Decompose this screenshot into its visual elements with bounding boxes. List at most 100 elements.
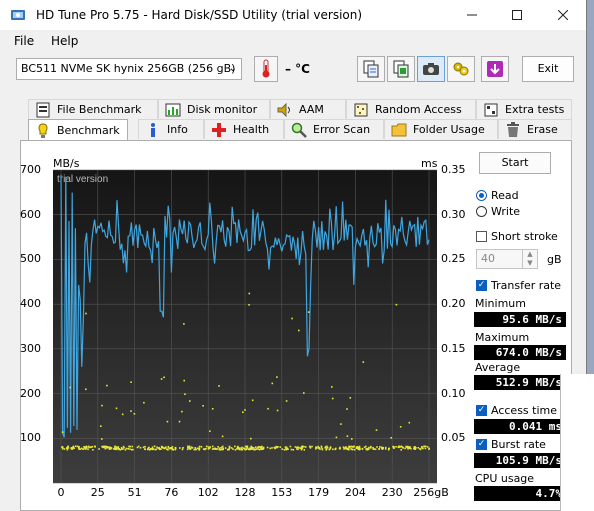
y-tick-label-left: 400 <box>20 297 41 311</box>
checkbox-box <box>476 231 487 242</box>
close-icon <box>558 10 568 20</box>
y-tick-label-right: 0.35 <box>441 163 466 176</box>
tab-folder-usage[interactable]: Folder Usage <box>384 119 498 139</box>
tab-health[interactable]: Health <box>204 119 284 139</box>
maximize-icon <box>512 10 522 20</box>
checkmark-icon: ✓ <box>476 439 487 450</box>
maximum-value: 674.0 MB/s <box>474 345 566 360</box>
window-title: HD Tune Pro 5.75 - Hard Disk/SSD Utility… <box>36 8 363 22</box>
burst-rate-value: 105.9 MB/s <box>474 453 566 468</box>
menu-help[interactable]: Help <box>51 34 78 48</box>
read-label: Read <box>491 189 519 202</box>
options-button[interactable] <box>447 56 475 82</box>
radio-indicator <box>476 190 487 201</box>
camera-icon <box>423 63 439 75</box>
x-tick-label: 179 <box>308 486 330 499</box>
minimize-button[interactable] <box>449 0 495 30</box>
tab-label: Folder Usage <box>413 122 485 136</box>
checkmark-icon: ✓ <box>476 280 487 291</box>
file-benchmark-icon <box>35 102 51 118</box>
tab-file-benchmark[interactable]: File Benchmark <box>28 99 158 119</box>
app-icon <box>11 10 25 20</box>
short-stroke-checkbox[interactable]: Short stroke <box>476 230 558 243</box>
info-icon <box>145 122 161 138</box>
copy-screenshot-button[interactable] <box>387 56 415 82</box>
background-window <box>560 374 594 511</box>
menu-file[interactable]: File <box>14 34 34 48</box>
tab-aam[interactable]: AAM <box>270 99 346 119</box>
y-tick-label-left: 700 <box>20 163 41 176</box>
maximize-button[interactable] <box>494 0 540 30</box>
short-stroke-label: Short stroke <box>491 230 558 243</box>
benchmark-icon <box>35 122 51 139</box>
chevron-down-icon: ⌄ <box>228 63 237 74</box>
write-radio[interactable]: Write <box>476 205 520 218</box>
tab-benchmark[interactable]: Benchmark <box>28 119 128 141</box>
temperature-button[interactable] <box>254 56 278 82</box>
read-radio[interactable]: Read <box>476 189 519 202</box>
y-tick-label-right: 0.30 <box>441 207 466 221</box>
tab-disk-monitor[interactable]: Disk monitor <box>158 99 270 119</box>
average-label: Average <box>475 361 521 374</box>
menu-bar: File Help <box>0 30 586 52</box>
tab-label: File Benchmark <box>57 102 142 116</box>
x-tick-label: 204 <box>344 486 366 499</box>
tab-label: Info <box>167 122 188 136</box>
y-tick-label-right: 0.15 <box>441 341 466 355</box>
save-button[interactable] <box>481 56 509 82</box>
x-tick-label: 128 <box>234 486 256 499</box>
radio-indicator <box>476 206 487 217</box>
random-access-icon <box>353 102 369 118</box>
x-tick-label: 51 <box>127 486 142 499</box>
tab-label: Erase <box>527 122 558 136</box>
y-tick-label-right: 0.05 <box>441 431 466 445</box>
screenshot-button[interactable] <box>417 56 445 82</box>
checkmark-icon: ✓ <box>476 405 487 416</box>
title-bar[interactable]: HD Tune Pro 5.75 - Hard Disk/SSD Utility… <box>0 0 586 30</box>
short-stroke-value: 40 <box>481 252 495 265</box>
copy-info-icon <box>363 60 379 78</box>
transfer-rate-checkbox[interactable]: ✓ Transfer rate <box>476 279 561 292</box>
tab-extra-tests[interactable]: Extra tests <box>476 99 572 119</box>
erase-icon <box>505 121 521 138</box>
x-tick-label: 76 <box>164 486 179 499</box>
cpu-usage-label: CPU usage <box>475 472 535 485</box>
copy-info-button[interactable] <box>357 56 385 82</box>
access-time-value: 0.041 ms <box>474 419 566 434</box>
tab-error-scan[interactable]: Error Scan <box>284 119 384 139</box>
average-value: 512.9 MB/s <box>474 375 566 390</box>
start-button[interactable]: Start <box>479 152 551 174</box>
tab-erase[interactable]: Erase <box>498 119 572 139</box>
transfer-rate-label: Transfer rate <box>491 279 562 292</box>
tab-info[interactable]: Info <box>138 119 204 139</box>
access-time-label: Access time <box>491 404 558 417</box>
cpu-usage-value: 4.7% <box>474 486 566 501</box>
burst-rate-checkbox[interactable]: ✓ Burst rate <box>476 438 546 451</box>
left-axis-unit: MB/s <box>53 157 80 170</box>
y-tick-label-left: 200 <box>20 386 41 400</box>
temperature-readout: – °C <box>285 62 310 76</box>
copy-screenshot-icon <box>393 60 409 78</box>
app-window: HD Tune Pro 5.75 - Hard Disk/SSD Utility… <box>0 0 587 511</box>
short-stroke-spinner[interactable]: 40 ▲ ▼ <box>476 249 538 269</box>
options-icon <box>453 62 469 76</box>
y-tick-label-right: 0.10 <box>441 386 466 400</box>
drive-select[interactable]: BC511 NVMe SK hynix 256GB (256 gB) ⌄ <box>16 58 242 80</box>
tab-label: Error Scan <box>313 122 371 136</box>
exit-button[interactable]: Exit <box>522 56 574 82</box>
tab-label: Benchmark <box>57 123 120 137</box>
tab-label: Extra tests <box>505 102 565 116</box>
spinner-arrows-icon[interactable]: ▲ ▼ <box>522 250 537 268</box>
y-tick-label-right: 0.25 <box>441 252 466 266</box>
close-button[interactable] <box>540 0 586 30</box>
save-icon <box>487 61 503 77</box>
y-tick-label-left: 600 <box>20 207 41 221</box>
right-axis-unit: ms <box>421 157 438 170</box>
short-stroke-unit: gB <box>547 253 562 266</box>
y-tick-label-right: 0.20 <box>441 297 466 311</box>
tab-random-access[interactable]: Random Access <box>346 99 476 119</box>
extra-tests-icon <box>483 102 499 118</box>
thermometer-icon <box>262 59 270 78</box>
access-time-checkbox[interactable]: ✓ Access time <box>476 404 557 417</box>
x-tick-label: 102 <box>197 486 219 499</box>
